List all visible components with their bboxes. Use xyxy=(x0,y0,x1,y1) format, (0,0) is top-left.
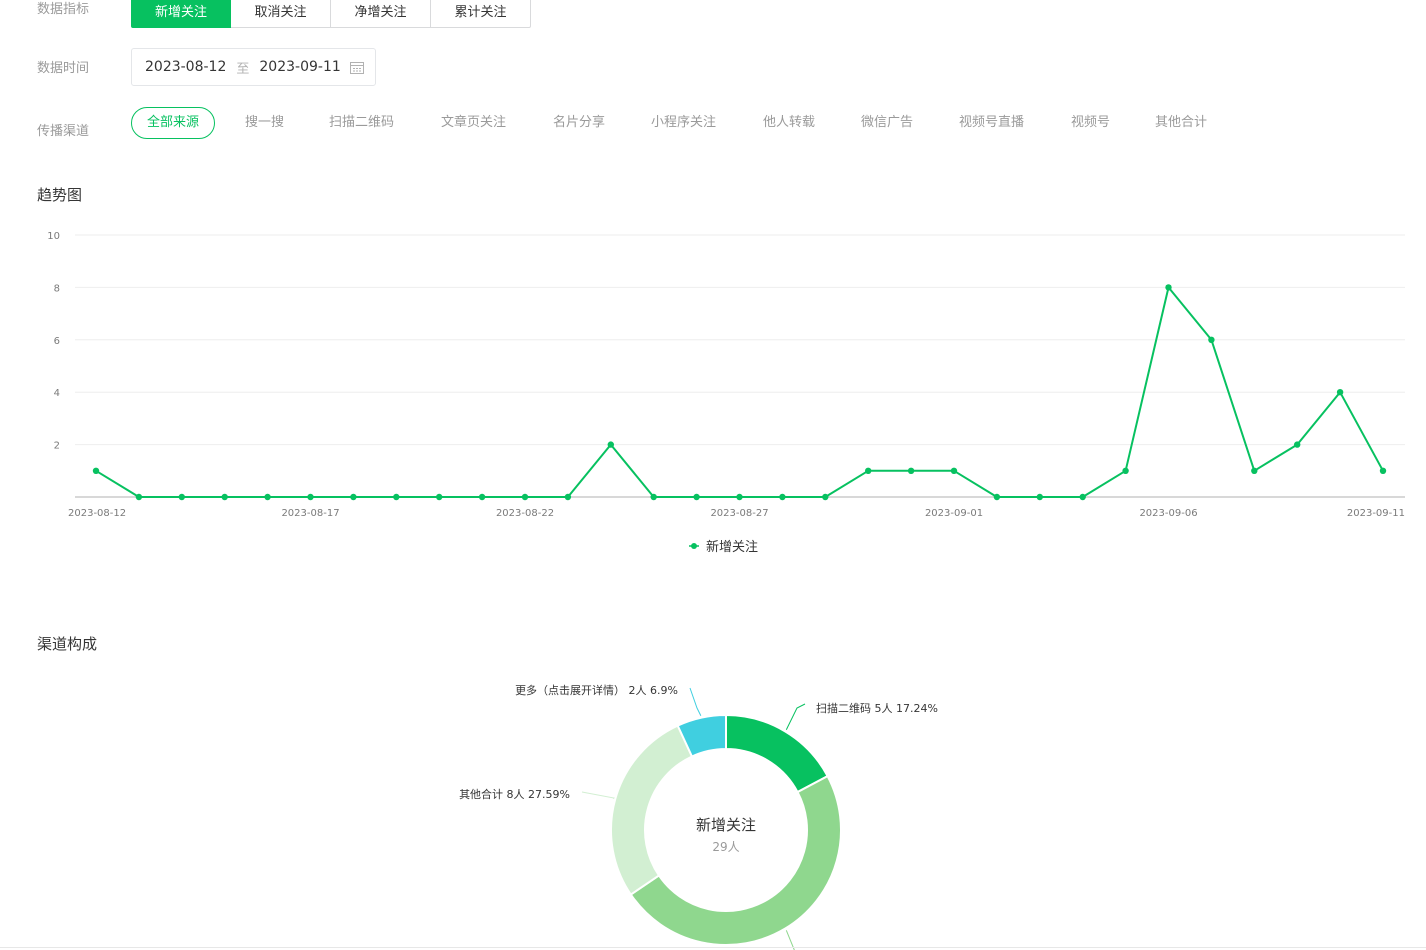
channel-label: 传播渠道 xyxy=(37,124,90,139)
data-point[interactable] xyxy=(521,493,529,501)
composition-donut-chart: 扫描二维码 5人 17.24% 其他合计 8人 27.59% 更多（点击展开详情） … xyxy=(459,683,938,950)
channel-channels-live[interactable]: 视频号直播 xyxy=(959,107,1024,139)
channel-miniprogram[interactable]: 小程序关注 xyxy=(651,107,716,139)
y-tick-label: 2 xyxy=(54,441,60,452)
bottom-divider xyxy=(0,947,1426,948)
x-tick-label: 2023-08-17 xyxy=(281,508,339,519)
data-point[interactable] xyxy=(564,493,572,501)
date-range-picker[interactable]: 2023-08-12 至 2023-09-11 xyxy=(131,48,376,86)
data-point[interactable] xyxy=(178,493,185,501)
data-point[interactable] xyxy=(1208,336,1215,343)
x-tick-label: 2023-08-27 xyxy=(710,508,768,519)
pie-label-leader-line xyxy=(785,703,806,730)
metric-tabs: 新增关注 取消关注 净增关注 累计关注 xyxy=(131,0,531,28)
data-point[interactable] xyxy=(1379,467,1387,474)
y-tick-label: 6 xyxy=(54,336,60,347)
data-point[interactable] xyxy=(607,441,614,448)
legend-label: 新增关注 xyxy=(706,539,758,555)
data-point[interactable] xyxy=(950,467,958,474)
x-tick-label: 2023-08-12 xyxy=(68,508,126,519)
x-tick-label: 2023-09-11 xyxy=(1347,508,1405,519)
data-point[interactable] xyxy=(1294,441,1301,448)
data-point[interactable] xyxy=(779,493,786,501)
data-point[interactable] xyxy=(1122,467,1129,474)
data-point[interactable] xyxy=(736,493,743,501)
y-tick-label: 10 xyxy=(47,231,60,242)
pie-label-leader-line xyxy=(689,687,702,716)
channel-wechat-ads[interactable]: 微信广告 xyxy=(861,107,913,139)
data-point[interactable] xyxy=(993,493,1001,501)
channel-all[interactable]: 全部来源 xyxy=(131,107,216,139)
channel-others[interactable]: 其他合计 xyxy=(1155,107,1207,139)
data-point[interactable] xyxy=(92,467,100,474)
legend-dot-swatch xyxy=(691,543,697,549)
date-start: 2023-08-12 xyxy=(145,59,227,75)
composition-title: 渠道构成 xyxy=(37,635,98,653)
data-point[interactable] xyxy=(1079,493,1086,501)
x-tick-label: 2023-09-06 xyxy=(1139,508,1197,519)
channel-channels[interactable]: 视频号 xyxy=(1071,107,1110,139)
date-end: 2023-09-11 xyxy=(259,59,341,75)
y-tick-label: 4 xyxy=(54,388,60,399)
data-point[interactable] xyxy=(478,493,486,501)
pie-slice-label: 其他合计 8人 27.59% xyxy=(459,787,570,801)
metric-tab-total-follow[interactable]: 累计关注 xyxy=(431,0,531,28)
trend-title: 趋势图 xyxy=(37,186,83,204)
data-point[interactable] xyxy=(693,493,700,501)
data-point[interactable] xyxy=(1336,389,1344,396)
metric-tab-new-follow[interactable]: 新增关注 xyxy=(131,0,231,28)
pie-slice[interactable] xyxy=(725,713,829,794)
channel-qrcode[interactable]: 扫描二维码 xyxy=(329,107,394,139)
data-point[interactable] xyxy=(650,493,657,501)
data-point[interactable] xyxy=(436,493,443,501)
trend-chart: 2 4 6 8 10 2023-08-12 2023-08-17 2023-08-22 2023… xyxy=(47,231,1405,555)
data-point[interactable] xyxy=(1036,493,1044,501)
pie-slice[interactable] xyxy=(629,774,842,946)
channel-repost[interactable]: 他人转载 xyxy=(763,107,815,139)
data-point[interactable] xyxy=(1165,284,1172,291)
data-point[interactable] xyxy=(350,493,357,501)
data-point[interactable] xyxy=(865,467,872,474)
date-label: 数据时间 xyxy=(37,61,90,76)
data-point[interactable] xyxy=(822,493,829,501)
data-point[interactable] xyxy=(264,493,271,501)
y-tick-label: 8 xyxy=(54,283,60,294)
legend[interactable]: 新增关注 xyxy=(689,539,758,555)
pie-label-leader-line xyxy=(581,791,616,800)
pie-slice-label: 扫描二维码 5人 17.24% xyxy=(816,701,938,715)
data-point[interactable] xyxy=(393,493,400,501)
data-point[interactable] xyxy=(135,493,143,501)
donut-center-title: 新增关注 xyxy=(696,816,756,834)
channel-article[interactable]: 文章页关注 xyxy=(441,107,506,139)
metric-label: 数据指标 xyxy=(37,2,90,17)
metric-tab-unfollow[interactable]: 取消关注 xyxy=(231,0,331,28)
x-tick-label: 2023-09-01 xyxy=(925,508,983,519)
channel-search[interactable]: 搜一搜 xyxy=(245,107,284,139)
pie-slice[interactable] xyxy=(610,724,694,896)
data-point[interactable] xyxy=(221,493,228,501)
data-point[interactable] xyxy=(1251,467,1258,474)
x-tick-label: 2023-08-22 xyxy=(496,508,554,519)
channel-card-share[interactable]: 名片分享 xyxy=(553,107,605,139)
data-point[interactable] xyxy=(307,493,314,501)
metric-tab-net-follow[interactable]: 净增关注 xyxy=(331,0,431,28)
calendar-icon xyxy=(350,62,364,74)
data-point[interactable] xyxy=(907,467,915,474)
pie-slice-label: 更多（点击展开详情） 2人 6.9% xyxy=(515,683,678,697)
date-separator: 至 xyxy=(236,61,250,77)
donut-center-total: 29人 xyxy=(712,840,739,854)
